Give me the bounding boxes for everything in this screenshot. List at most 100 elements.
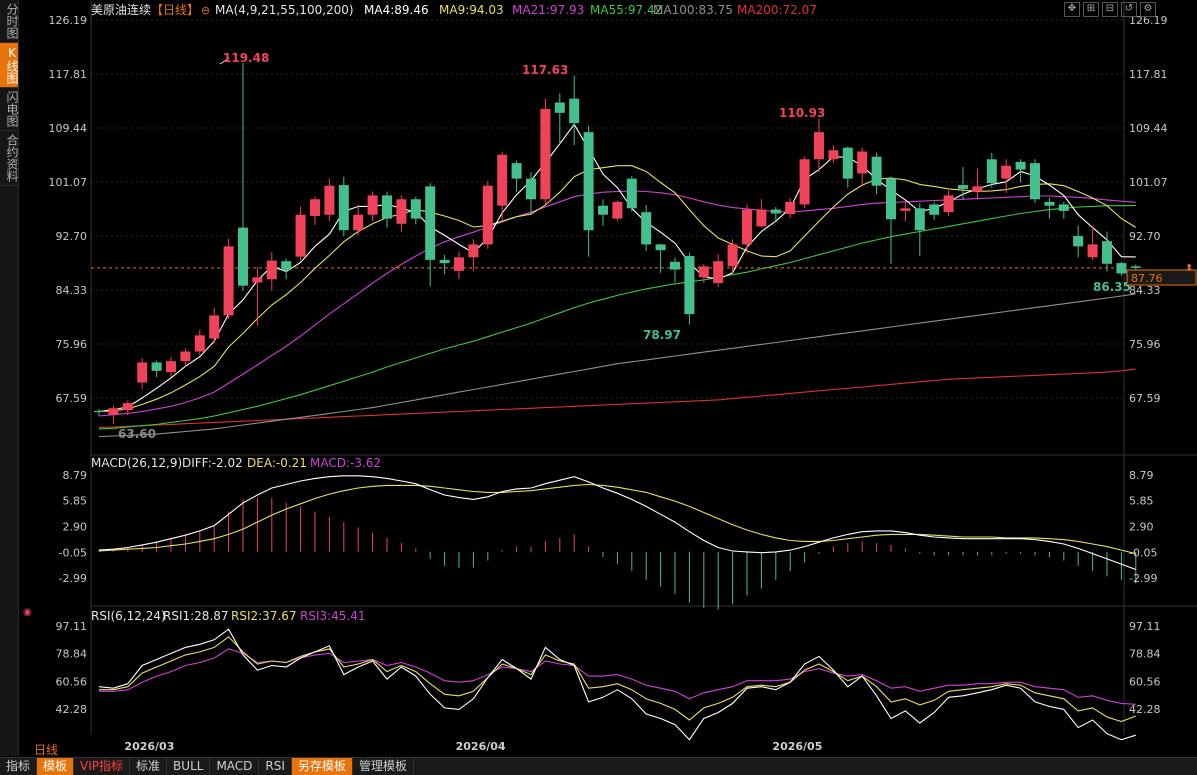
price-tick-label-right: 67.59 xyxy=(1129,392,1161,405)
candle-body xyxy=(914,208,925,231)
rsi1-line xyxy=(98,628,1136,741)
settings-icon[interactable]: ⚙ xyxy=(1140,2,1156,17)
macd-tick-label: 2.90 xyxy=(63,521,88,534)
candle xyxy=(1044,197,1055,219)
price-tick-label-right: 109.44 xyxy=(1129,122,1168,135)
candle-body xyxy=(410,199,421,219)
zoom-out-icon[interactable]: ⊟ xyxy=(1102,2,1118,17)
candle-body xyxy=(814,132,824,160)
rsi-target-icon[interactable]: ◉ xyxy=(23,607,32,618)
candle xyxy=(367,191,378,222)
price-tick-label: 126.19 xyxy=(49,14,88,27)
macd-tick-label-right: -2.99 xyxy=(1129,572,1157,585)
candle-body xyxy=(1102,241,1112,264)
candle-body xyxy=(1130,266,1141,268)
svg-text:78.97: 78.97 xyxy=(643,328,681,342)
candle-body xyxy=(367,195,378,215)
tab-bull[interactable]: BULL xyxy=(167,758,211,775)
price-tick-label: 84.33 xyxy=(56,284,88,297)
x-axis-label: 2026/04 xyxy=(456,740,506,753)
price-tick-label-right: 117.81 xyxy=(1129,68,1168,81)
candle xyxy=(353,204,364,236)
axes: 126.19 126.19117.81 117.81109.44 109.44101.… xyxy=(49,14,1168,753)
candle xyxy=(583,125,594,257)
candle-body xyxy=(871,156,882,186)
tab-indicator[interactable]: 指标 xyxy=(0,758,38,775)
tab-flash[interactable]: 闪电图 xyxy=(0,88,19,131)
tab-standard[interactable]: 标准 xyxy=(130,758,168,775)
period-label[interactable]: 【日线】 xyxy=(151,3,199,17)
macd-tick-label-right: 8.79 xyxy=(1129,469,1154,482)
candle-body xyxy=(770,209,781,214)
candle-body xyxy=(122,403,133,411)
zoom-in-icon[interactable]: ⊞ xyxy=(1083,2,1099,17)
candle-body xyxy=(1087,244,1098,258)
tab-kline[interactable]: K线图 xyxy=(0,43,19,88)
candle xyxy=(986,152,997,188)
candle-body xyxy=(266,260,277,280)
candle-body xyxy=(886,178,896,220)
manage-template-button[interactable]: 管理模板 xyxy=(353,758,414,775)
candle xyxy=(655,243,666,273)
kline-chart[interactable]: 126.19 126.19117.81 117.81109.44 109.44101.… xyxy=(19,0,1197,756)
candle-body xyxy=(324,185,335,215)
low-annotation-2: 78.97 xyxy=(643,328,681,342)
candle-body xyxy=(94,410,104,413)
period-footer-label[interactable]: 日线 xyxy=(34,741,58,758)
candle-body xyxy=(799,159,810,205)
candle-body xyxy=(353,214,364,231)
rsi-tick-label: 60.56 xyxy=(56,675,88,688)
ma55-value: MA55:97.42 xyxy=(590,3,662,17)
candle-body xyxy=(166,361,176,373)
candle xyxy=(871,152,882,195)
rsi1-value: RSI1:28.87 xyxy=(163,609,229,623)
rsi-panel xyxy=(98,628,1136,741)
candle xyxy=(454,251,464,280)
x-axis-label: 2026/03 xyxy=(124,740,174,753)
candle-body xyxy=(526,178,536,200)
candle-body xyxy=(785,201,796,215)
candle-body xyxy=(137,362,148,383)
save-template-button[interactable]: 另存模板 xyxy=(291,758,353,775)
settings-circle-icon[interactable]: ⊖ xyxy=(201,4,210,17)
move-icon[interactable]: ✥ xyxy=(1064,2,1080,17)
candle-body xyxy=(943,195,954,213)
candle-body xyxy=(986,159,997,184)
refresh-icon[interactable]: ↺ xyxy=(1121,2,1137,17)
candle xyxy=(137,357,148,389)
macd-title: MACD(26,12,9) xyxy=(91,456,182,470)
candle xyxy=(396,195,407,233)
candle-body xyxy=(655,244,666,251)
candle xyxy=(223,238,234,320)
tab-contract-info[interactable]: 合约资料 xyxy=(0,131,19,186)
candle-body xyxy=(1030,163,1040,200)
candle-body xyxy=(482,185,493,245)
candle-body xyxy=(281,261,292,271)
macd-panel xyxy=(98,475,1137,610)
candle xyxy=(742,204,752,254)
macd-tick-label-right: -0.05 xyxy=(1129,546,1157,559)
candle-body xyxy=(396,199,407,224)
ma4-value: MA4:89.46 xyxy=(364,3,429,17)
candle xyxy=(554,93,565,144)
candle xyxy=(1116,261,1127,277)
x-axis-label: 2026/05 xyxy=(772,740,822,753)
rsi-tick-label-right: 42.28 xyxy=(1129,703,1161,716)
price-arrow-icon: ⬍ xyxy=(1185,263,1193,274)
grid-lines xyxy=(90,0,1197,735)
candle xyxy=(799,156,810,209)
rsi-tick-label: 78.84 xyxy=(56,648,88,661)
macd-dea-line xyxy=(98,483,1136,555)
tab-macd[interactable]: MACD xyxy=(210,758,260,775)
tab-vip-indicator[interactable]: VIP指标 xyxy=(74,758,131,775)
candle-body xyxy=(842,147,853,179)
tab-template[interactable]: 模板 xyxy=(37,758,75,775)
tab-rsi[interactable]: RSI xyxy=(259,758,292,775)
candle-body xyxy=(583,132,594,231)
candle xyxy=(425,183,436,287)
tab-timeshare[interactable]: 分时图 xyxy=(0,0,19,43)
price-tick-label-right: 75.96 xyxy=(1129,338,1161,351)
candle xyxy=(770,207,781,222)
candle-body xyxy=(929,204,940,215)
candle-body xyxy=(828,150,839,160)
